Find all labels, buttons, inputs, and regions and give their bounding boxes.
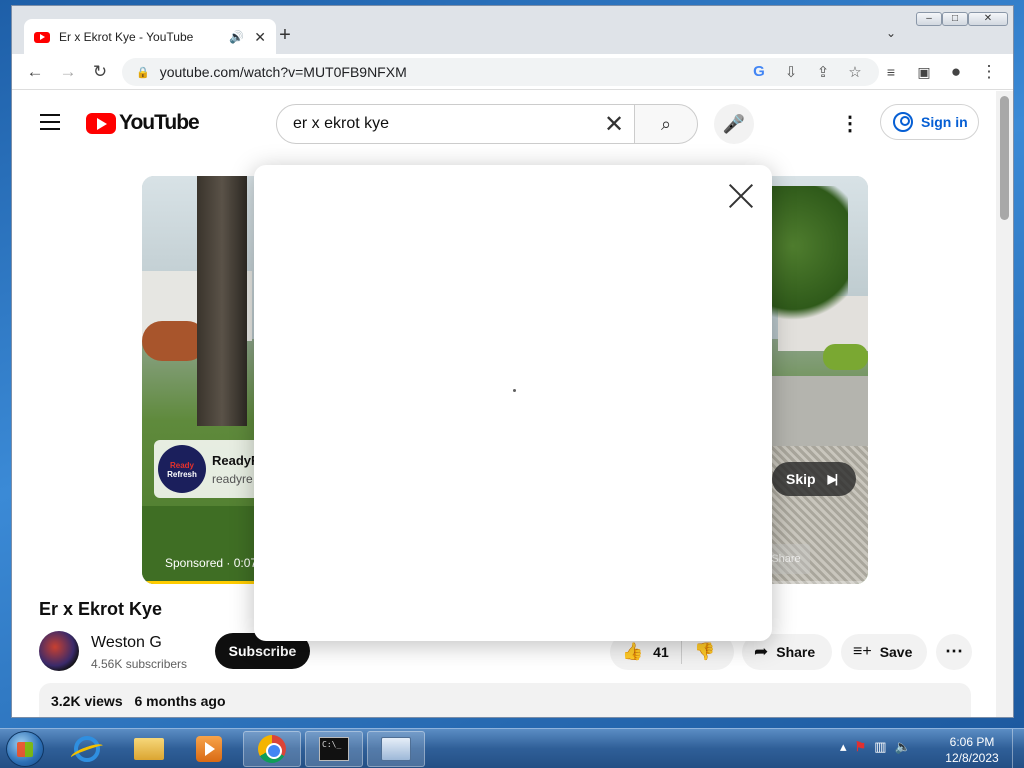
internet-explorer-icon [74,736,100,762]
profile-avatar-icon[interactable]: ● [945,61,967,83]
skip-label: Skip [786,471,816,487]
maximize-button[interactable]: □ [942,12,968,26]
hamburger-menu-icon[interactable] [40,114,60,130]
scene-shrub-right [823,344,868,370]
subscriber-count: 4.56K subscribers [91,657,188,671]
voice-search-icon[interactable]: 🎤 [714,104,754,144]
video-meta: 3.2K views 6 months ago [51,693,234,709]
youtube-favicon-icon [34,31,50,43]
show-desktop-button[interactable] [1012,729,1024,768]
title-bar: Er x Ekrot Kye - YouTube 🔊 ✕ + ⌄ – □ ✕ [12,6,1013,55]
url-text: youtube.com/watch?v=MUT0FB9NFXM [159,64,407,80]
lock-icon: 🔒 [136,66,150,79]
youtube-page: YouTube er x ekrot kye ✕ ⌕ 🎤 ⋮ Sign in R… [12,91,997,717]
thumbs-down-icon: 👎 [694,642,716,661]
taskbar-media-player[interactable] [180,731,238,767]
search-query: er x ekrot kye [293,115,390,132]
reading-list-icon[interactable]: ≡ [880,61,902,83]
ad-progress-fill [142,581,266,584]
user-icon [893,112,913,132]
sponsored-label: Sponsored · 0:07 [165,556,258,570]
dislike-button[interactable]: 👎 [682,642,715,662]
taskbar-explorer[interactable] [120,731,178,767]
chrome-icon [258,735,286,763]
network-icon[interactable]: ▥ [874,739,886,755]
speaker-icon[interactable]: 🔊 [229,30,244,44]
start-button[interactable] [6,731,44,767]
youtube-play-icon [86,112,116,134]
system-tray: ▴ ⚑ ▥ 🔈 [840,739,911,755]
upload-age: 6 months ago [134,693,226,709]
loading-spinner-icon [513,389,516,392]
install-app-icon[interactable]: ⇩ [782,63,800,81]
view-count: 3.2K views [51,693,123,709]
share-label: Share [776,644,816,660]
like-count: 41 [653,644,669,660]
tray-expand-icon[interactable]: ▴ [840,739,847,755]
playlist-add-icon: ≡+ [853,643,872,660]
logo-text: YouTube [119,111,200,134]
channel-avatar[interactable] [39,631,79,671]
taskbar-cmd[interactable]: C:\_ [305,731,363,767]
advertiser-logo: Ready Refresh [158,445,206,493]
sign-in-button[interactable]: Sign in [880,104,979,140]
side-panel-icon[interactable]: ▣ [913,61,935,83]
scrollbar-thumb[interactable] [1000,96,1009,220]
search-button[interactable]: ⌕ [634,104,698,144]
tab-title: Er x Ekrot Kye - YouTube [59,30,194,44]
tab-youtube[interactable]: Er x Ekrot Kye - YouTube 🔊 ✕ [24,19,276,55]
browser-window: Er x Ekrot Kye - YouTube 🔊 ✕ + ⌄ – □ ✕ ←… [11,5,1014,718]
folder-icon [134,738,164,760]
sign-in-label: Sign in [921,114,968,130]
youtube-logo[interactable]: YouTube [86,111,200,135]
share-arrow-icon: ➦ [754,642,769,661]
taskbar-internet-explorer[interactable] [58,731,116,767]
loading-dialog [254,165,772,641]
more-actions-icon[interactable]: ⋯ [936,634,972,670]
share-page-icon[interactable]: ⇪ [814,63,832,81]
address-bar[interactable]: 🔒 youtube.com/watch?v=MUT0FB9NFXM G ⇩ ⇪ … [122,58,879,86]
command-prompt-icon: C:\_ [319,737,349,761]
page-scrollbar[interactable] [996,91,1013,717]
back-arrow-icon[interactable]: ← [24,61,46,83]
reload-icon[interactable]: ↻ [89,61,111,83]
description-box[interactable]: 3.2K views 6 months ago [39,683,971,717]
close-window-button[interactable]: ✕ [968,12,1008,26]
chrome-menu-icon[interactable]: ⋮ [978,61,1000,83]
tab-close-icon[interactable]: ✕ [254,29,266,46]
taskbar-chrome[interactable] [243,731,301,767]
taskbar-onscreen-keyboard[interactable] [367,731,425,767]
clear-search-icon[interactable]: ✕ [594,110,634,139]
scene-road [768,376,868,446]
action-center-icon[interactable]: ⚑ [855,739,867,755]
minimize-button[interactable]: – [916,12,942,26]
skip-next-icon: ▶| [827,472,839,486]
skip-ad-button[interactable]: Skip ▶| [772,462,856,496]
save-label: Save [879,644,913,660]
clock-time: 6:06 PM [949,735,995,749]
forward-arrow-icon[interactable]: → [57,61,79,83]
volume-muted-icon[interactable]: 🔈 [894,739,910,755]
google-lens-icon[interactable]: G [750,63,768,80]
tab-search-chevron-icon[interactable]: ⌄ [886,26,896,40]
system-clock[interactable]: 6:06 PM 12/8/2023 [942,734,1002,766]
media-player-icon [196,736,222,762]
bookmark-star-icon[interactable]: ☆ [846,63,864,81]
keyboard-icon [381,737,411,761]
scene-tree [197,176,247,426]
clock-date: 12/8/2023 [945,751,999,765]
save-button[interactable]: ≡+ Save [841,634,927,670]
new-tab-icon[interactable]: + [274,24,296,47]
taskbar: C:\_ ▴ ⚑ ▥ 🔈 6:06 PM 12/8/2023 [0,728,1024,768]
thumbs-up-icon: 👍 [622,642,644,661]
search-input[interactable]: er x ekrot kye ✕ [276,104,635,144]
video-title: Er x Ekrot Kye [39,599,163,619]
browser-toolbar: ← → ↻ 🔒 youtube.com/watch?v=MUT0FB9NFXM … [12,54,1013,90]
channel-name[interactable]: Weston G [91,634,162,652]
like-button[interactable]: 👍 41 [610,640,682,664]
ad-logo-line2: Refresh [167,470,197,479]
settings-more-icon[interactable]: ⋮ [840,111,860,136]
close-dialog-icon[interactable] [728,183,754,209]
ad-logo-line1: Ready [169,461,194,470]
